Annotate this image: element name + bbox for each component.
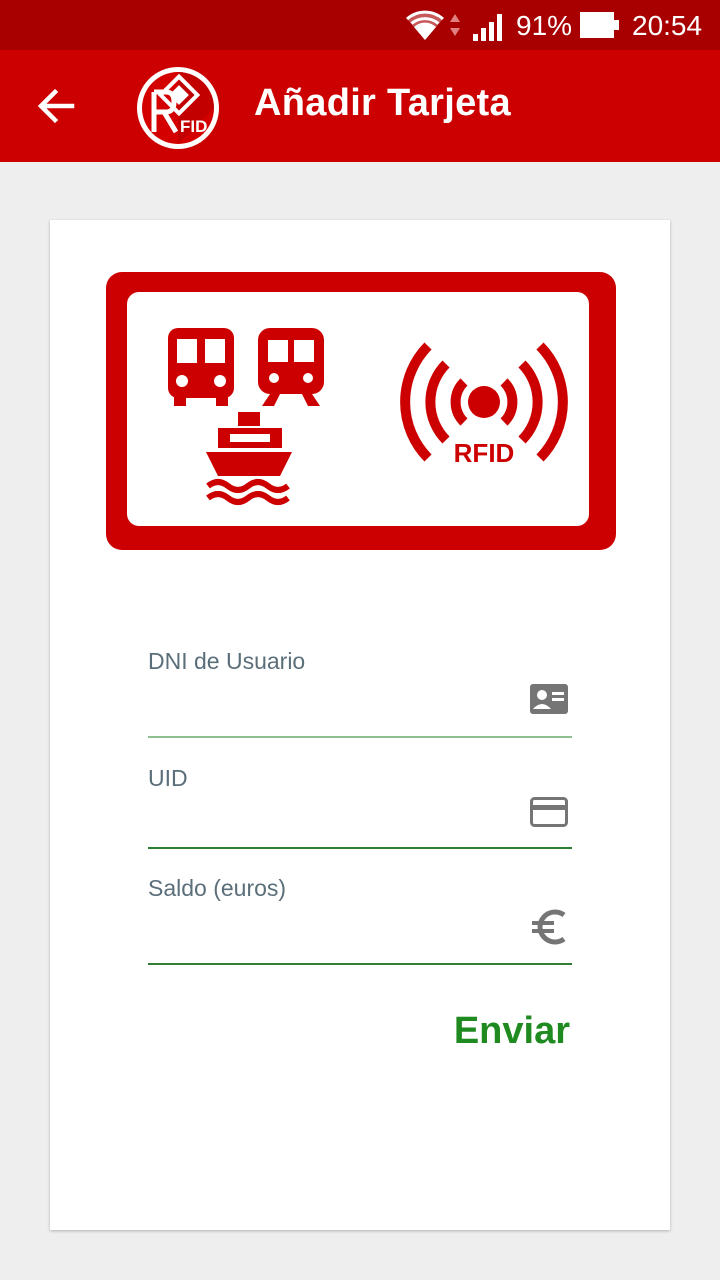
saldo-underline bbox=[148, 963, 572, 965]
app-bar: FID Añadir Tarjeta bbox=[0, 50, 720, 162]
clock: 20:54 bbox=[632, 10, 703, 41]
cell-signal-icon bbox=[473, 14, 502, 41]
battery-icon bbox=[580, 12, 619, 38]
uid-underline bbox=[148, 847, 572, 849]
uid-input[interactable] bbox=[148, 805, 518, 845]
data-activity-icon bbox=[450, 14, 460, 36]
rfid-app-logo: FID bbox=[137, 67, 219, 149]
saldo-label: Saldo (euros) bbox=[148, 875, 287, 901]
rfid-label: RFID bbox=[454, 438, 515, 468]
page-title: Añadir Tarjeta bbox=[254, 82, 511, 124]
credit-card-icon bbox=[530, 797, 568, 827]
dni-field: DNI de Usuario bbox=[148, 648, 572, 740]
id-card-icon bbox=[530, 684, 568, 714]
dni-label: DNI de Usuario bbox=[148, 648, 306, 674]
dni-underline bbox=[148, 736, 572, 738]
uid-label: UID bbox=[148, 765, 188, 791]
submit-button[interactable]: Enviar bbox=[454, 1010, 570, 1053]
saldo-field: Saldo (euros) bbox=[148, 875, 572, 967]
transport-card-banner: RFID bbox=[106, 272, 616, 550]
logo-text: FID bbox=[180, 117, 207, 136]
back-arrow-icon[interactable] bbox=[28, 78, 84, 134]
form-card: RFID DNI de Usuario UID Saldo (euros) En… bbox=[50, 220, 670, 1230]
euro-icon bbox=[532, 909, 566, 945]
uid-field: UID bbox=[148, 765, 572, 851]
dni-input[interactable] bbox=[148, 692, 518, 732]
saldo-input[interactable] bbox=[148, 919, 518, 959]
status-bar: 91% 20:54 bbox=[0, 0, 720, 50]
battery-percent: 91% bbox=[516, 10, 573, 41]
bus-icon bbox=[168, 328, 234, 406]
wifi-icon bbox=[406, 10, 444, 40]
